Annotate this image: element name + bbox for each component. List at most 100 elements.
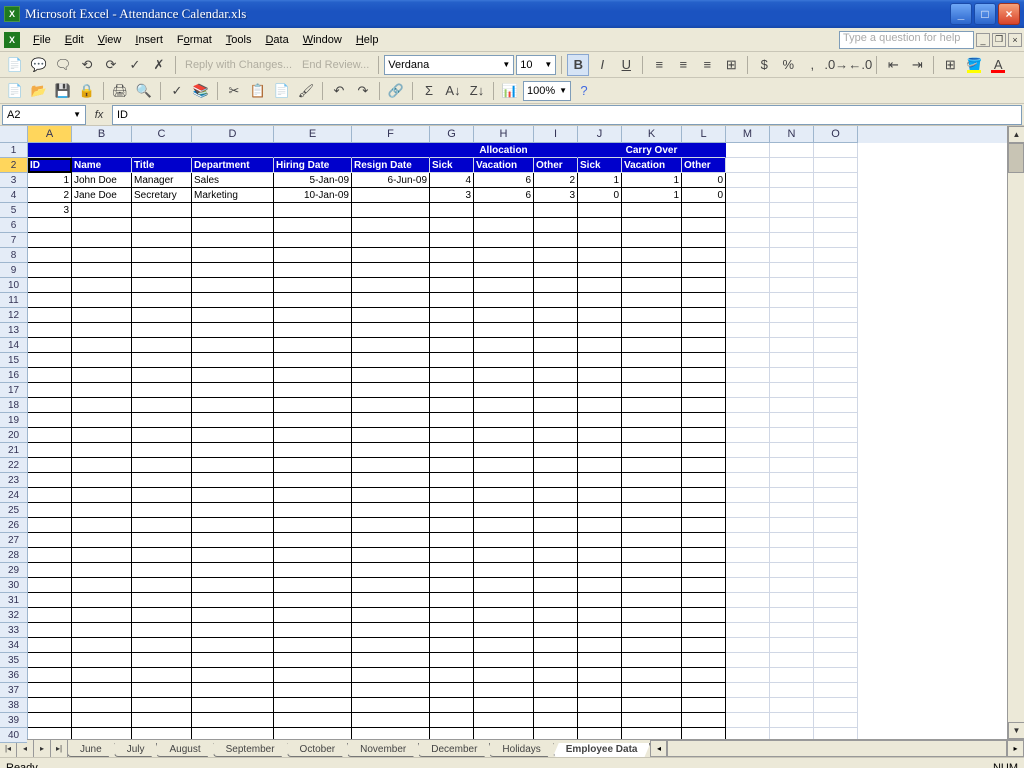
cell[interactable] — [28, 338, 72, 353]
cell[interactable] — [534, 518, 578, 533]
row-header-24[interactable]: 24 — [0, 488, 27, 503]
cell[interactable] — [474, 653, 534, 668]
cell[interactable] — [274, 428, 352, 443]
cell[interactable] — [622, 353, 682, 368]
cell[interactable] — [28, 218, 72, 233]
cell[interactable] — [72, 713, 132, 728]
column-header-N[interactable]: N — [770, 126, 814, 143]
cell-dept[interactable]: Marketing — [192, 188, 274, 203]
row-header-40[interactable]: 40 — [0, 728, 27, 743]
cell[interactable] — [682, 683, 726, 698]
cell[interactable] — [814, 323, 858, 338]
cell[interactable] — [578, 353, 622, 368]
cell[interactable] — [72, 338, 132, 353]
cell[interactable] — [132, 293, 192, 308]
cell[interactable] — [534, 668, 578, 683]
cell[interactable] — [132, 323, 192, 338]
cell[interactable] — [430, 638, 474, 653]
percent-button[interactable]: % — [777, 54, 799, 76]
cell[interactable] — [132, 338, 192, 353]
row-header-11[interactable]: 11 — [0, 293, 27, 308]
cell[interactable] — [352, 308, 430, 323]
menu-help[interactable]: Help — [349, 31, 386, 49]
tab-nav-next[interactable]: ▸ — [34, 740, 51, 757]
cell[interactable] — [726, 143, 770, 158]
cell[interactable] — [726, 293, 770, 308]
align-right-button[interactable]: ≡ — [696, 54, 718, 76]
cell[interactable] — [430, 428, 474, 443]
cell[interactable] — [28, 608, 72, 623]
row-header-7[interactable]: 7 — [0, 233, 27, 248]
cell[interactable] — [682, 398, 726, 413]
col-header-other[interactable]: Other — [682, 158, 726, 173]
cell[interactable] — [726, 698, 770, 713]
group-header-blank[interactable] — [132, 143, 192, 158]
cell[interactable] — [534, 638, 578, 653]
cell[interactable] — [814, 668, 858, 683]
cell[interactable] — [770, 353, 814, 368]
row-header-17[interactable]: 17 — [0, 383, 27, 398]
increase-indent-button[interactable]: ⇥ — [906, 54, 928, 76]
cell-a_oth[interactable]: 3 — [534, 188, 578, 203]
cell[interactable] — [274, 593, 352, 608]
tab-nav-last[interactable]: ▸| — [51, 740, 68, 757]
row-header-14[interactable]: 14 — [0, 338, 27, 353]
cell[interactable] — [578, 218, 622, 233]
cell[interactable] — [28, 728, 72, 739]
cell[interactable] — [132, 533, 192, 548]
cell[interactable] — [814, 608, 858, 623]
row-header-29[interactable]: 29 — [0, 563, 27, 578]
redo-button[interactable]: ↷ — [352, 80, 374, 102]
cell[interactable] — [622, 233, 682, 248]
minimize-button[interactable]: _ — [950, 3, 972, 25]
cell[interactable] — [430, 338, 474, 353]
cell[interactable] — [770, 293, 814, 308]
column-header-D[interactable]: D — [192, 126, 274, 143]
cell[interactable] — [474, 473, 534, 488]
column-header-K[interactable]: K — [622, 126, 682, 143]
cell[interactable] — [726, 458, 770, 473]
cell[interactable] — [352, 383, 430, 398]
cell[interactable] — [474, 698, 534, 713]
cell[interactable] — [430, 293, 474, 308]
cell[interactable] — [578, 263, 622, 278]
cell[interactable] — [578, 683, 622, 698]
group-header-blank[interactable] — [72, 143, 132, 158]
group-header-carryover[interactable]: Carry Over — [578, 143, 726, 158]
cell[interactable] — [192, 458, 274, 473]
cell[interactable] — [72, 248, 132, 263]
cell[interactable] — [534, 233, 578, 248]
copy-button[interactable]: 📋 — [247, 80, 269, 102]
cell[interactable] — [770, 308, 814, 323]
cell[interactable] — [578, 488, 622, 503]
cell[interactable] — [474, 323, 534, 338]
cell[interactable] — [474, 263, 534, 278]
cell[interactable] — [352, 548, 430, 563]
cell[interactable] — [132, 233, 192, 248]
cell[interactable] — [72, 278, 132, 293]
cell[interactable] — [770, 593, 814, 608]
cell[interactable] — [770, 458, 814, 473]
cell[interactable] — [534, 713, 578, 728]
currency-button[interactable]: $ — [753, 54, 775, 76]
cell[interactable] — [726, 548, 770, 563]
cell[interactable] — [192, 638, 274, 653]
new-comment-icon[interactable]: 📄 — [4, 54, 26, 76]
cell-title[interactable]: Secretary — [132, 188, 192, 203]
cell[interactable] — [274, 368, 352, 383]
cell[interactable] — [578, 248, 622, 263]
cell[interactable] — [430, 668, 474, 683]
zoom-selector[interactable]: 100%▼ — [523, 81, 571, 101]
row-header-13[interactable]: 13 — [0, 323, 27, 338]
cell[interactable] — [578, 548, 622, 563]
cell[interactable] — [726, 623, 770, 638]
cell-dept[interactable]: Sales — [192, 173, 274, 188]
cell[interactable] — [72, 353, 132, 368]
cell[interactable] — [274, 248, 352, 263]
cell[interactable] — [682, 413, 726, 428]
cell[interactable] — [132, 668, 192, 683]
cell[interactable] — [534, 488, 578, 503]
cell[interactable] — [352, 218, 430, 233]
cell[interactable] — [28, 308, 72, 323]
cell[interactable] — [682, 353, 726, 368]
